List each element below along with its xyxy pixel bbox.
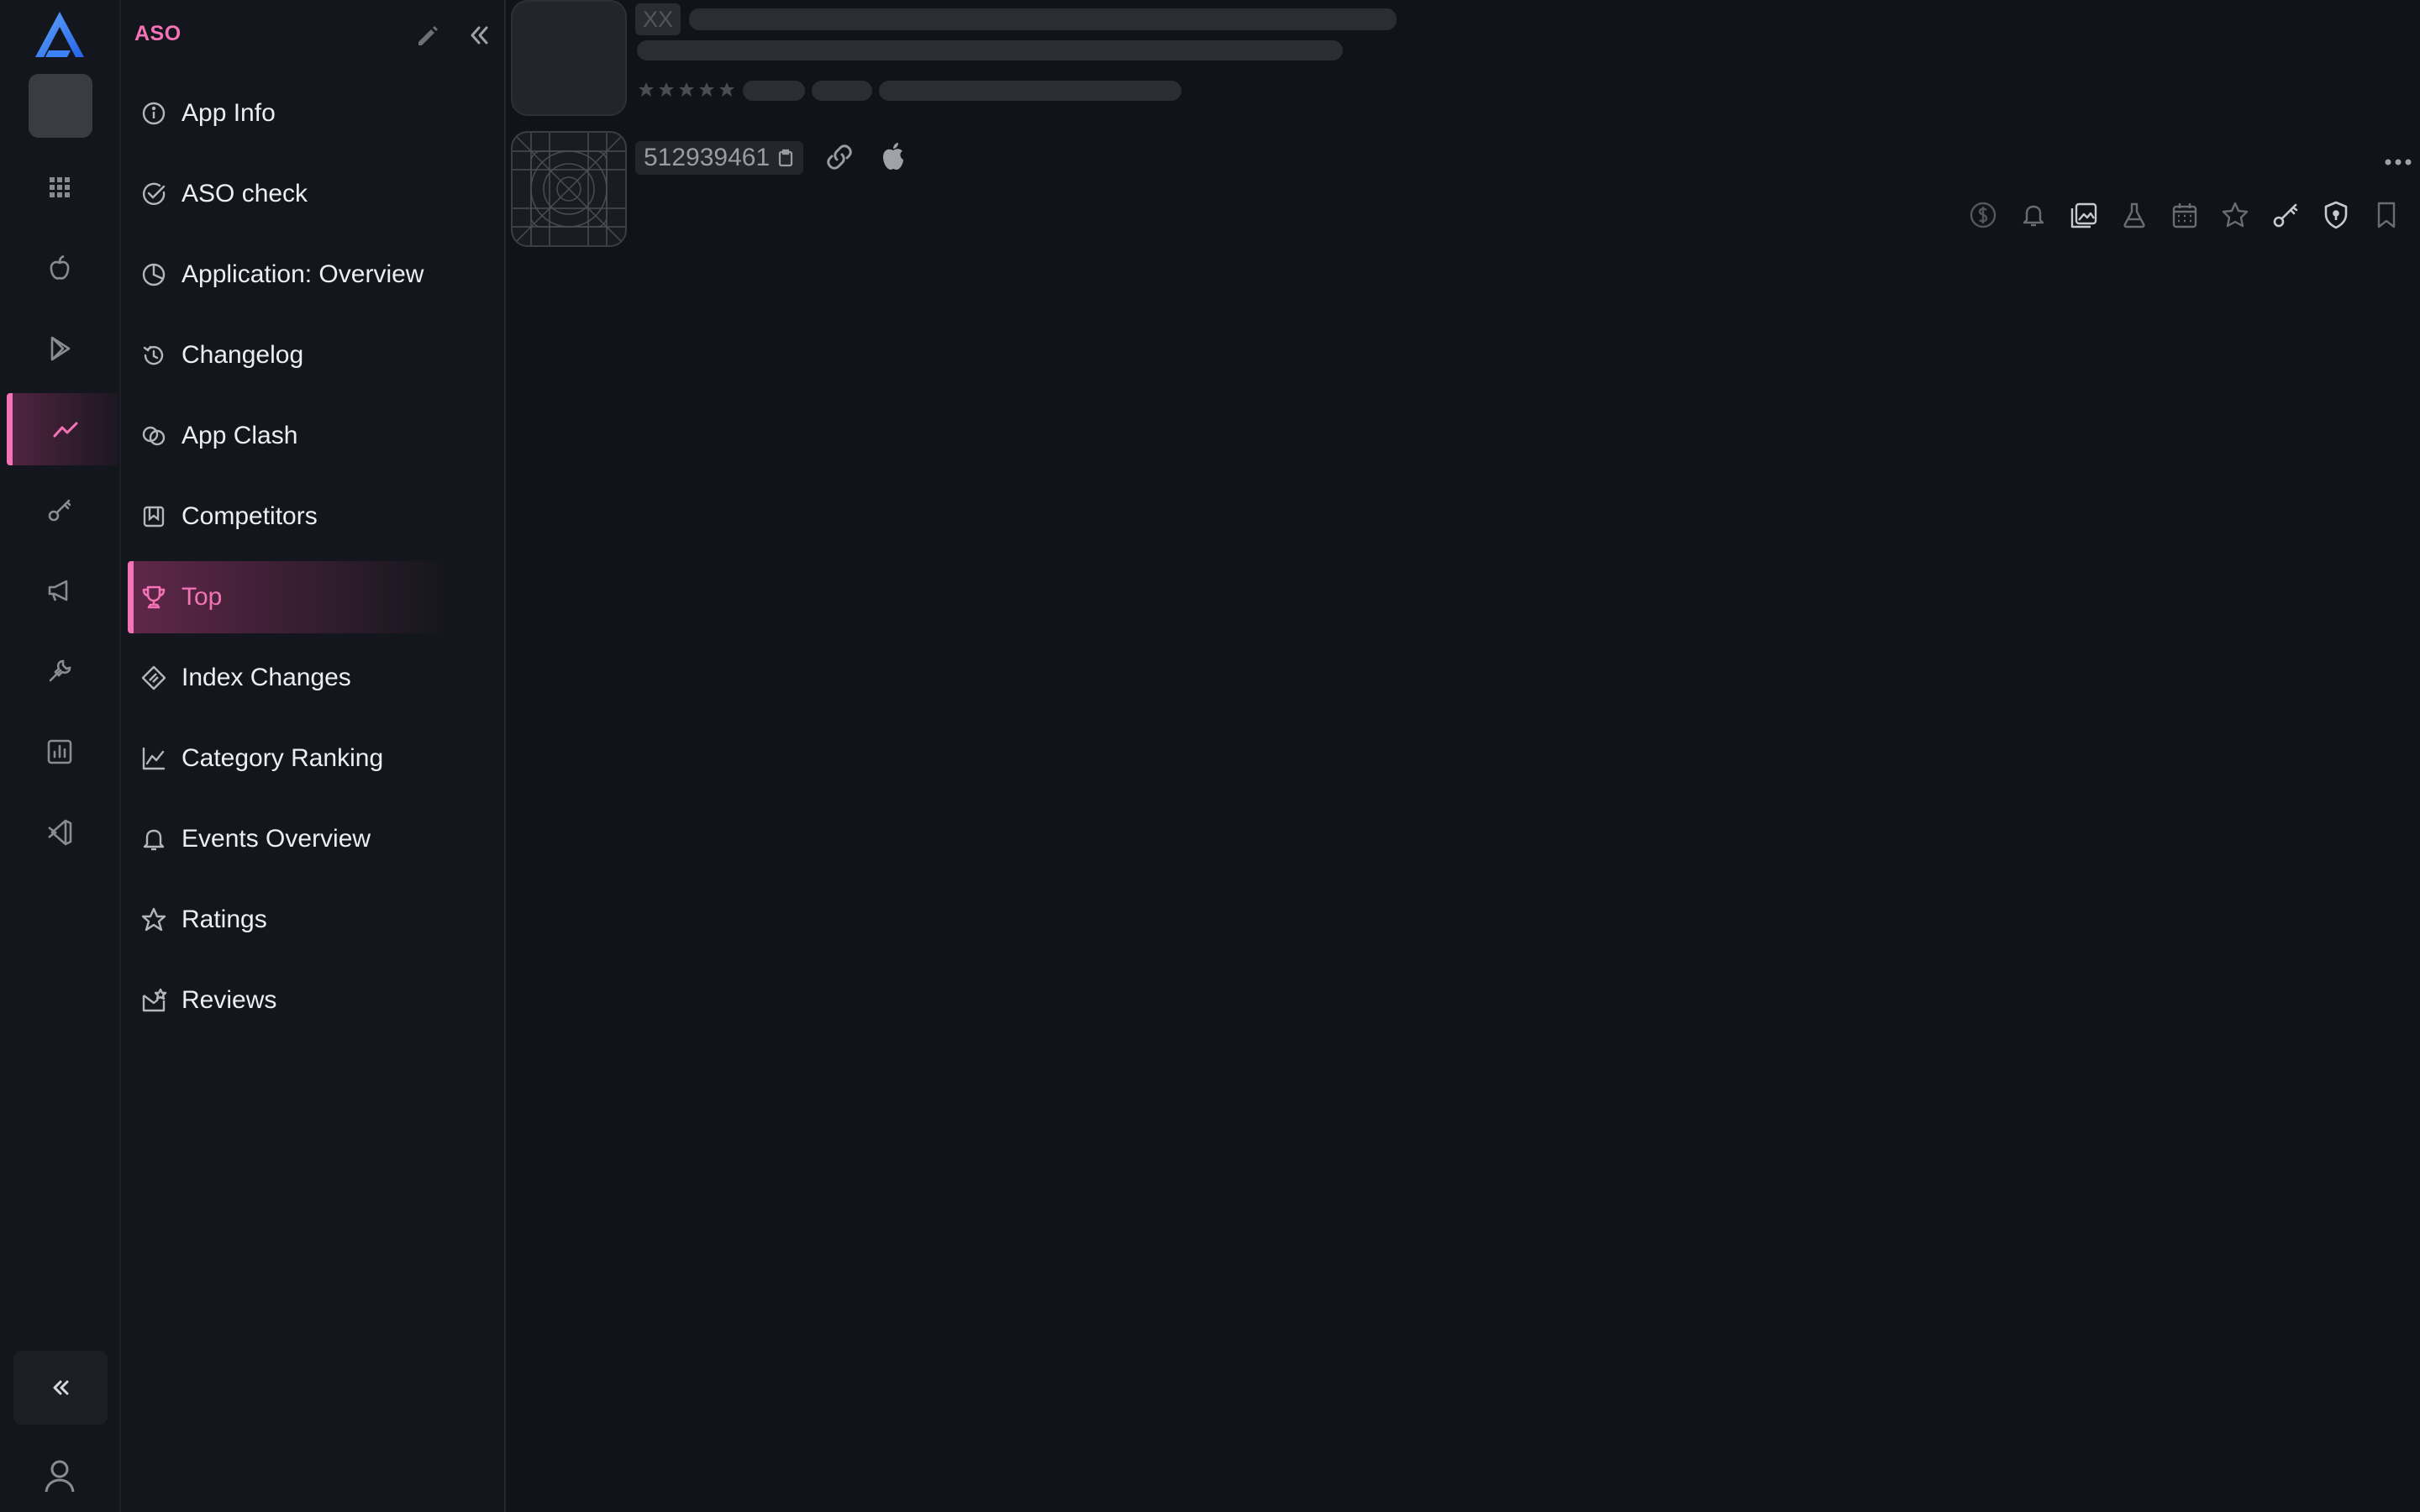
rail-integrations[interactable] xyxy=(7,796,113,869)
sidebar-item-ratings[interactable]: Ratings xyxy=(128,884,447,956)
rail-reports[interactable] xyxy=(7,716,113,788)
count-skeleton xyxy=(812,81,872,101)
rail-apple-store[interactable] xyxy=(7,232,113,304)
rail-collapse-button[interactable] xyxy=(13,1351,108,1425)
bookmark-icon[interactable] xyxy=(2371,200,2402,230)
category-skeleton xyxy=(879,81,1181,101)
link-icon[interactable] xyxy=(823,141,855,173)
pie-chart-icon xyxy=(142,263,166,286)
sidebar-item-label: App Info xyxy=(182,99,276,127)
icon-rail xyxy=(0,0,121,1512)
sidebar-item-label: Ratings xyxy=(182,906,267,933)
sidebar-item-label: Category Ranking xyxy=(182,744,384,772)
bell-icon xyxy=(143,829,165,851)
star-icon xyxy=(697,81,716,99)
clash-icon xyxy=(142,426,166,446)
rail-keys[interactable] xyxy=(7,474,113,546)
user-icon[interactable] xyxy=(37,1453,82,1499)
app-icon-skeleton xyxy=(511,0,627,116)
app-icon-placeholder xyxy=(511,131,627,247)
rail-trend-chart[interactable] xyxy=(7,393,118,465)
sidebar-item-label: Changelog xyxy=(182,341,304,369)
vscode-icon xyxy=(48,819,72,846)
key-icon xyxy=(48,499,71,522)
sidebar-item-label: Index Changes xyxy=(182,664,351,691)
app-id-chip[interactable]: 512939461 xyxy=(635,141,804,175)
section-sidebar: ASO App Info ASO check Application: Over… xyxy=(121,0,506,1512)
app-id-text: 512939461 xyxy=(644,144,771,171)
rating-skeleton xyxy=(743,81,805,101)
sidebar-item-app-info[interactable]: App Info xyxy=(128,77,447,150)
more-options-icon[interactable] xyxy=(2381,150,2415,175)
rail-apps-grid[interactable] xyxy=(7,151,113,223)
subtitle-skeleton xyxy=(637,40,1343,60)
reviews-icon xyxy=(142,988,167,1012)
logo-icon[interactable] xyxy=(32,8,87,64)
star-icon xyxy=(141,907,166,932)
megaphone-icon xyxy=(48,580,68,601)
info-circle-icon xyxy=(142,102,166,125)
country-badge: XX xyxy=(635,3,681,35)
rating-stars xyxy=(637,81,736,99)
apple-icon[interactable] xyxy=(877,139,909,173)
competitors-icon xyxy=(143,506,165,528)
bar-chart-icon xyxy=(47,739,72,764)
sidebar-item-app-clash[interactable]: App Clash xyxy=(128,400,447,472)
rail-tools[interactable] xyxy=(7,635,113,707)
star-icon[interactable] xyxy=(2220,200,2250,230)
app-avatar[interactable] xyxy=(29,74,92,138)
sidebar-item-label: Top xyxy=(182,583,223,611)
star-icon xyxy=(718,81,736,99)
title-skeleton xyxy=(689,8,1397,30)
index-changes-icon xyxy=(141,665,166,690)
sidebar-item-label: Application: Overview xyxy=(182,260,424,288)
apple-store-icon xyxy=(50,255,70,280)
double-chevron-left-icon xyxy=(53,1380,69,1395)
star-icon xyxy=(637,81,655,99)
dollar-icon[interactable] xyxy=(1968,200,1998,230)
sidebar-item-label: Competitors xyxy=(182,502,318,530)
trend-chart-icon xyxy=(53,422,78,438)
shield-icon[interactable] xyxy=(2321,200,2351,230)
rail-campaigns[interactable] xyxy=(7,554,113,627)
copy-icon[interactable] xyxy=(776,148,795,168)
history-icon xyxy=(143,345,164,365)
images-icon[interactable] xyxy=(2069,200,2099,230)
sidebar-item-aso-check[interactable]: ASO check xyxy=(128,158,447,230)
tools-icon xyxy=(49,659,71,682)
key-icon[interactable] xyxy=(2270,200,2301,230)
app-toolbar xyxy=(1968,200,2402,230)
sidebar-item-events-overview[interactable]: Events Overview xyxy=(128,803,447,875)
section-title: ASO xyxy=(134,22,182,45)
sidebar-item-overview[interactable]: Application: Overview xyxy=(128,239,447,311)
sidebar-item-label: Reviews xyxy=(182,986,277,1014)
sidebar-item-label: App Clash xyxy=(182,422,298,449)
sidebar-item-top[interactable]: Top xyxy=(128,561,447,633)
star-icon xyxy=(657,81,676,99)
trophy-icon xyxy=(142,585,166,609)
rail-google-play[interactable] xyxy=(7,312,113,385)
collapse-sidebar-icon[interactable] xyxy=(464,20,494,50)
pencil-icon[interactable] xyxy=(412,20,442,50)
sidebar-item-label: ASO check xyxy=(182,180,308,207)
main-content: XX 512939461 xyxy=(506,0,2420,1512)
sidebar-item-label: Events Overview xyxy=(182,825,371,853)
sidebar-item-category-ranking[interactable]: Category Ranking xyxy=(128,722,447,795)
google-play-icon xyxy=(50,336,71,361)
check-circle-icon xyxy=(142,182,166,206)
sidebar-item-changelog[interactable]: Changelog xyxy=(128,319,447,391)
sidebar-item-reviews[interactable]: Reviews xyxy=(128,964,447,1037)
sidebar-item-competitors[interactable]: Competitors xyxy=(128,480,447,553)
star-icon xyxy=(677,81,696,99)
flask-icon[interactable] xyxy=(2119,200,2149,230)
sidebar-item-index-changes[interactable]: Index Changes xyxy=(128,642,447,714)
calendar-icon[interactable] xyxy=(2170,200,2200,230)
apps-grid-icon xyxy=(50,177,70,197)
bell-icon[interactable] xyxy=(2018,200,2049,230)
line-chart-icon xyxy=(142,747,166,770)
